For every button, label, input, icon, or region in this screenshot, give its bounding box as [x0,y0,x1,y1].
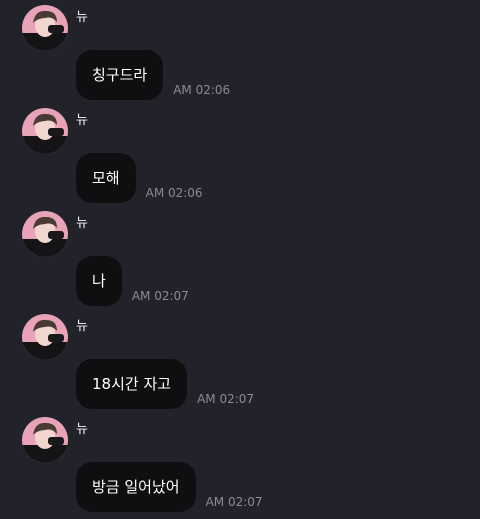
profile-photo-icon [22,417,68,463]
profile-photo-icon [22,211,68,257]
message-item: 뉴 18시간 자고 AM 02:07 [0,312,480,416]
sender-name: 뉴 [76,216,88,231]
message-row: 방금 일어났어 AM 02:07 [76,462,263,512]
message-bubble[interactable]: 나 [76,256,122,306]
message-bubble[interactable]: 모해 [76,153,136,203]
sender-name: 뉴 [76,10,88,25]
message-row: 칭구드라 AM 02:06 [76,50,230,100]
profile-photo-icon [22,314,68,360]
message-row: 18시간 자고 AM 02:07 [76,359,254,409]
avatar[interactable] [22,5,68,51]
sender-name: 뉴 [76,319,88,334]
avatar[interactable] [22,211,68,257]
message-row: 나 AM 02:07 [76,256,189,306]
message-timestamp: AM 02:07 [131,289,189,303]
sender-name: 뉴 [76,422,88,437]
message-item: 뉴 나 AM 02:07 [0,209,480,313]
message-timestamp: AM 02:06 [173,83,231,97]
message-item: 뉴 칭구드라 AM 02:06 [0,3,480,107]
sender-name: 뉴 [76,113,88,128]
avatar[interactable] [22,417,68,463]
message-timestamp: AM 02:06 [145,186,203,200]
message-timestamp: AM 02:07 [197,392,255,406]
chat-message-list[interactable]: 뉴 칭구드라 AM 02:06 뉴 모해 AM 02:06 뉴 나 AM 02:… [0,0,480,515]
message-timestamp: AM 02:07 [205,495,263,509]
message-bubble[interactable]: 18시간 자고 [76,359,188,409]
profile-photo-icon [22,108,68,154]
message-bubble[interactable]: 칭구드라 [76,50,164,100]
message-bubble[interactable]: 방금 일어났어 [76,462,196,512]
message-row: 모해 AM 02:06 [76,153,203,203]
message-item: 뉴 방금 일어났어 AM 02:07 [0,415,480,519]
avatar[interactable] [22,314,68,360]
avatar[interactable] [22,108,68,154]
profile-photo-icon [22,5,68,51]
message-item: 뉴 모해 AM 02:06 [0,106,480,210]
